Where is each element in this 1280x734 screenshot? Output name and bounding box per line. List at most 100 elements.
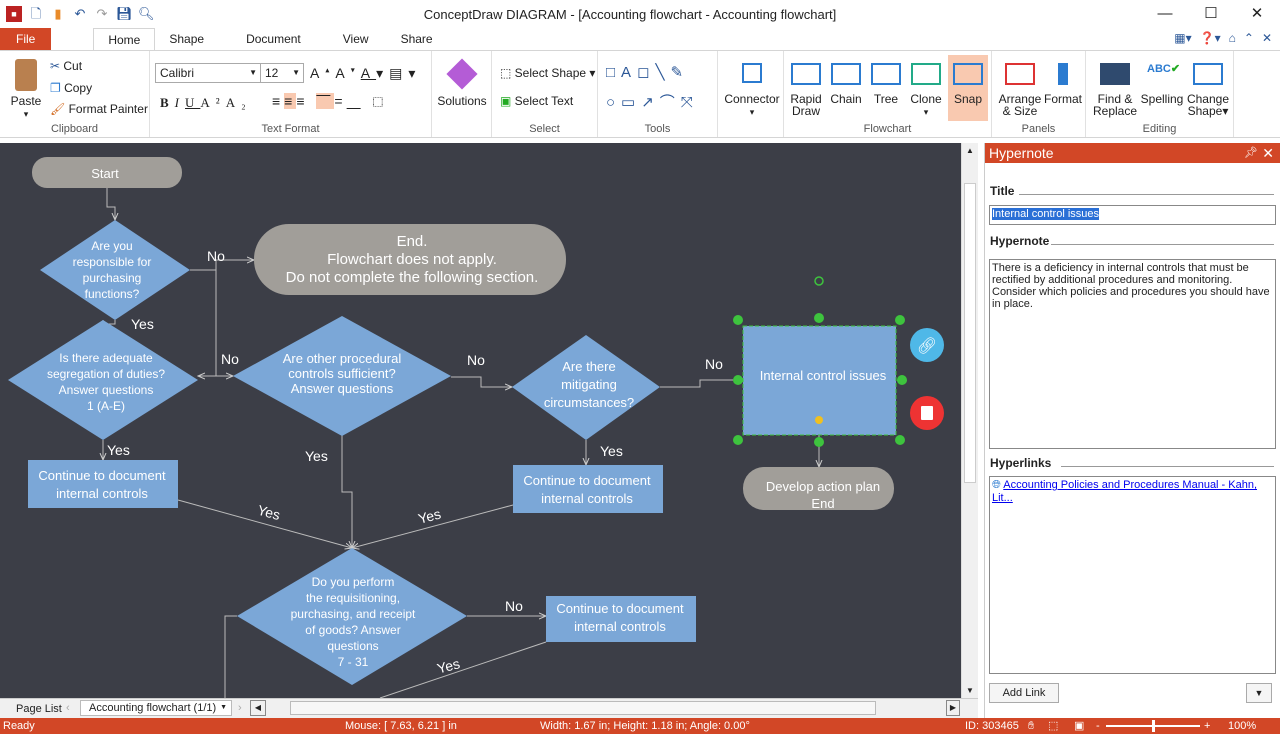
select-shape-button[interactable]: ⬚ Select Shape ▾ xyxy=(500,66,595,80)
close-doc-icon[interactable]: ✕ xyxy=(1262,31,1272,45)
fit-page-icon[interactable]: ▣ xyxy=(1074,718,1084,734)
solutions-group: Solutions xyxy=(432,51,492,137)
snap-button[interactable]: Snap xyxy=(948,55,988,121)
svg-text:Yes: Yes xyxy=(131,316,154,332)
svg-text:mitigating: mitigating xyxy=(561,377,617,392)
svg-text:No: No xyxy=(505,598,523,614)
close-panel-icon[interactable]: ✕ xyxy=(1262,143,1274,163)
select-shape-icon: ⬚ xyxy=(500,66,515,80)
help-icon[interactable]: ❓▾ xyxy=(1200,31,1221,45)
clone-button[interactable]: Clone ▾ xyxy=(906,59,946,118)
format-painter-button[interactable]: 🖌︎ Format Painter xyxy=(50,102,148,116)
svg-text:Answer questions: Answer questions xyxy=(291,381,394,396)
svg-text:functions?: functions? xyxy=(85,287,140,301)
hypernote-header: Hypernote 📌︎ ✕ xyxy=(985,143,1280,163)
ribbon: Paste ▾ ✂ Cut ❐ Copy 🖌︎ Format Painter Cl… xyxy=(0,50,1280,138)
vertical-scrollbar[interactable]: ▲ ▼ xyxy=(961,143,978,698)
shape-dimensions: Width: 1.67 in; Height: 1.18 in; Angle: … xyxy=(540,720,750,732)
align-buttons[interactable]: ≡≡≡ ⎺=⎽ ⬚ xyxy=(272,93,387,110)
flowchart-diagram[interactable]: Start Are you responsible for purchasing fu… xyxy=(0,143,961,698)
page-list-button[interactable]: Page List xyxy=(16,703,62,715)
font-size-select[interactable]: 12 ▼ xyxy=(260,63,304,83)
drawing-canvas[interactable]: Start Are you responsible for purchasing fu… xyxy=(0,143,961,698)
tab-shape[interactable]: Shape xyxy=(155,28,218,50)
link-options-dropdown[interactable]: ▼ xyxy=(1246,683,1272,703)
font-size-controls[interactable]: A▴A▾A▾▤▾ xyxy=(310,65,421,82)
hyperlinks-label: Hyperlinks xyxy=(990,456,1052,470)
tab-view[interactable]: View xyxy=(329,28,383,50)
drawing-tools-row2[interactable]: ○▭↗⌒⤧ xyxy=(606,91,699,112)
minimize-button[interactable]: — xyxy=(1142,0,1188,28)
divider xyxy=(1061,466,1274,467)
home-icon[interactable]: ⌂ xyxy=(1229,31,1236,45)
page-select[interactable]: Accounting flowchart (1/1) ▼ xyxy=(80,700,232,716)
hypernote-panel: Hypernote 📌︎ ✕ Title Internal control is… xyxy=(984,143,1280,718)
drawing-tools-row1[interactable]: □A◻╲✎ xyxy=(606,63,689,81)
add-link-button[interactable]: Add Link xyxy=(989,683,1059,703)
hyperlink-item[interactable]: Accounting Policies and Procedures Manua… xyxy=(992,479,1257,504)
copy-icon: ❐ xyxy=(50,81,65,95)
hypernote-label: Hypernote xyxy=(990,234,1050,248)
tab-home[interactable]: Home xyxy=(93,28,156,50)
divider xyxy=(1051,244,1274,245)
change-shape-icon xyxy=(1193,63,1223,85)
zoom-selection-icon[interactable]: ⬚ xyxy=(1048,718,1058,734)
title-label: Title xyxy=(990,184,1015,198)
scroll-thumb[interactable] xyxy=(964,183,976,483)
chain-button[interactable]: Chain xyxy=(826,59,866,105)
select-text-button[interactable]: ▣ Select Text xyxy=(500,94,573,108)
text-handle[interactable] xyxy=(815,416,823,424)
close-button[interactable]: ✕ xyxy=(1234,0,1280,28)
brush-icon: 🖌︎ xyxy=(50,102,69,116)
next-page-arrow[interactable]: › xyxy=(238,702,242,714)
tree-button[interactable]: Tree xyxy=(866,59,906,105)
svg-text:7 - 31: 7 - 31 xyxy=(338,655,369,669)
format-button[interactable]: Format xyxy=(1042,59,1084,105)
zoom-level: 100% xyxy=(1228,720,1257,732)
solutions-button[interactable]: Solutions xyxy=(434,58,490,107)
rapid-draw-button[interactable]: Rapid Draw xyxy=(786,59,826,117)
cut-button[interactable]: ✂ Cut xyxy=(50,59,82,73)
scroll-right-button[interactable]: ▶ xyxy=(946,700,960,716)
style-buttons[interactable]: BIUA²A₂ xyxy=(160,95,252,111)
svg-text:Continue to document: Continue to document xyxy=(523,473,651,488)
decision-procedural-text: Are other proceduralcontrols sufficient?… xyxy=(283,351,402,396)
minimize-ribbon-icon[interactable]: ⌃ xyxy=(1244,31,1254,45)
spelling-button[interactable]: ABC✔ Spelling xyxy=(1138,59,1186,105)
copy-button[interactable]: ❐ Copy xyxy=(50,81,92,95)
zoom-in-icon[interactable]: + xyxy=(1204,718,1210,734)
zoom-slider-thumb[interactable] xyxy=(1152,720,1155,732)
tab-share[interactable]: Share xyxy=(383,28,451,50)
panels-group: Arrange & Size Format Panels xyxy=(992,51,1086,137)
clone-icon xyxy=(911,63,941,85)
connector-button[interactable]: Connector ▾ xyxy=(722,59,782,118)
tab-file[interactable]: File xyxy=(0,28,52,50)
arrange-size-button[interactable]: Arrange & Size xyxy=(996,59,1044,117)
hand-tool-icon[interactable]: ✋︎ xyxy=(1028,718,1034,734)
zoom-slider[interactable] xyxy=(1106,720,1200,732)
title-input[interactable]: Internal control issues xyxy=(989,205,1276,225)
layout-icon[interactable]: ▦▾ xyxy=(1174,31,1191,45)
maximize-button[interactable]: ☐ xyxy=(1188,0,1234,28)
arrange-icon xyxy=(1005,63,1035,85)
decision-responsible[interactable] xyxy=(40,220,190,320)
scroll-left-button[interactable]: ◀ xyxy=(250,700,266,716)
page-bar: Page List ‹ Accounting flowchart (1/1) ▼ … xyxy=(0,698,978,718)
hypernote-textarea[interactable]: There is a deficiency in internal contro… xyxy=(989,259,1276,449)
horizontal-scrollbar[interactable] xyxy=(290,701,876,715)
svg-text:No: No xyxy=(221,351,239,367)
rotate-handle[interactable] xyxy=(814,276,824,286)
svg-text:Continue to document: Continue to document xyxy=(556,601,684,616)
tab-document[interactable]: Document xyxy=(218,28,329,50)
find-replace-button[interactable]: Find & Replace xyxy=(1090,59,1140,117)
prev-page-arrow[interactable]: ‹ xyxy=(66,702,70,714)
text-format-group: Calibri ▼ 12 ▼ A▴A▾A▾▤▾ BIUA²A₂ ≡≡≡ ⎺=⎽ ⬚ … xyxy=(150,51,432,137)
change-shape-button[interactable]: Change Shape▾ xyxy=(1184,59,1232,117)
paste-button[interactable]: Paste ▾ xyxy=(8,59,44,120)
zoom-out-icon[interactable]: - xyxy=(1096,718,1100,734)
font-select[interactable]: Calibri ▼ xyxy=(155,63,261,83)
pin-icon[interactable]: 📌︎ xyxy=(1244,143,1258,163)
title-bar: ■ 🗋 ▮ ↶ ↷ 💾︎ 🔍︎ ConceptDraw DIAGRAM - [A… xyxy=(0,0,1280,28)
snap-icon xyxy=(953,63,983,85)
status-bar: Ready Mouse: [ 7.63, 6.21 ] in Width: 1.… xyxy=(0,718,1280,734)
